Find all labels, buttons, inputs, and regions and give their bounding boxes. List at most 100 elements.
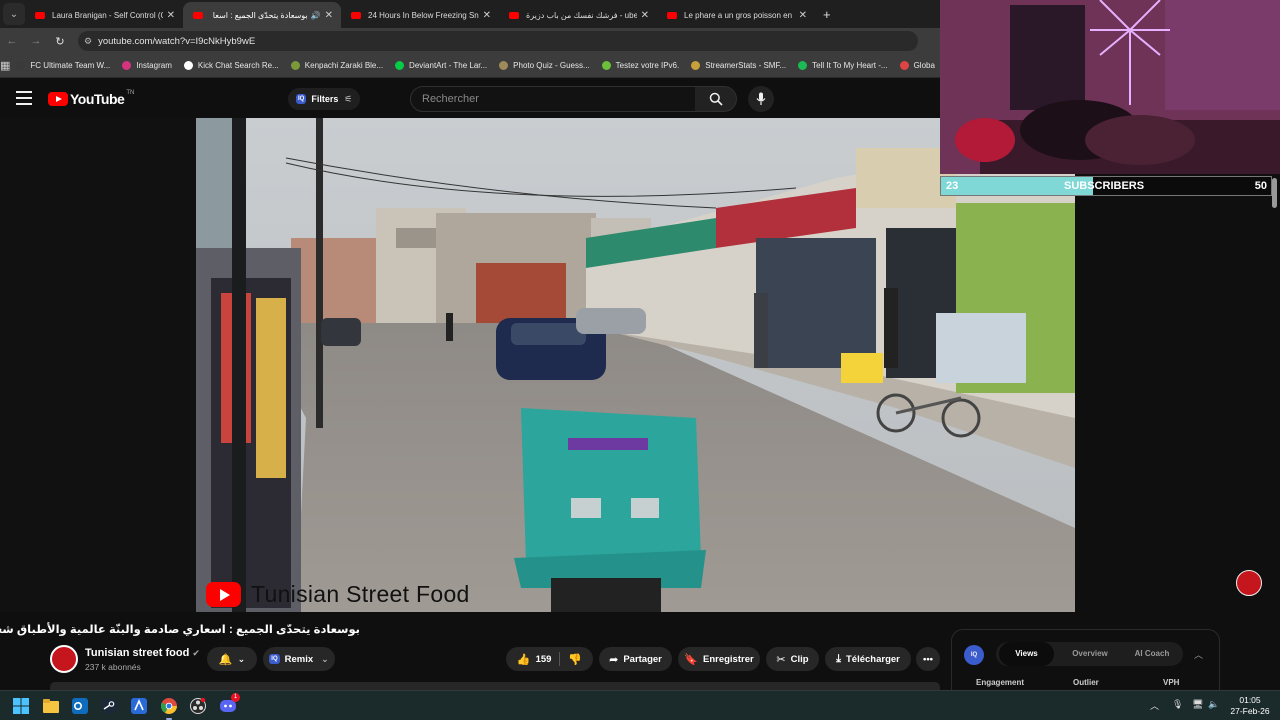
channel-watermark: Tunisian Street Food — [206, 581, 470, 608]
bookmarks-bar: ▦ FC Ultimate Team W... Instagram Kick C… — [0, 54, 940, 78]
back-arrow-icon[interactable]: ← — [0, 35, 24, 47]
column-engagement: Engagement — [976, 678, 1025, 687]
bookmark-label: Photo Quiz - Guess... — [513, 61, 590, 70]
network-icon[interactable]: 🖥 — [1192, 699, 1203, 710]
browser-tab-2[interactable]: بوسعادة يتحدّى الجميع : اسعا 🔊 ✕ — [183, 2, 341, 28]
channel-avatar[interactable] — [50, 645, 78, 673]
outlook-icon[interactable] — [70, 696, 90, 716]
bookmark-item[interactable]: Instagram — [116, 61, 178, 70]
download-button[interactable]: ⤓ Télécharger — [825, 647, 911, 671]
remix-button[interactable]: IQ Remix ⌄ — [263, 647, 335, 671]
system-clock[interactable]: 01:05 27-Feb-26 — [1228, 695, 1272, 717]
browser-tab-1[interactable]: Laura Branigan - Self Control (C ✕ — [25, 2, 183, 28]
save-button[interactable]: 🔖 Enregistrer — [678, 647, 760, 671]
tab-close-icon[interactable]: ✕ — [483, 10, 491, 21]
bookmark-label: Instagram — [136, 61, 172, 70]
tab-close-icon[interactable]: ✕ — [799, 10, 807, 21]
more-actions-button[interactable]: ••• — [916, 647, 940, 671]
search-placeholder: Rechercher — [422, 93, 479, 105]
address-bar-row: ← → ↻ ⚙ youtube.com/watch?v=I9cNkHyb9wE — [0, 28, 940, 54]
webcam-overlay — [940, 0, 1280, 174]
bookmark-favicon-icon — [183, 61, 193, 70]
bookmark-item[interactable]: Tell It To My Heart -... — [792, 61, 893, 70]
scrollbar-thumb[interactable] — [1272, 178, 1277, 208]
bookmark-item[interactable]: StreamerStats - SMF... — [685, 61, 792, 70]
bookmark-item[interactable]: Photo Quiz - Guess... — [493, 61, 595, 70]
tab-close-icon[interactable]: ✕ — [167, 10, 175, 21]
bookmark-favicon-icon — [16, 61, 26, 70]
bookmark-favicon-icon — [395, 61, 405, 70]
speaker-icon[interactable]: 🔊 — [311, 11, 321, 20]
share-button[interactable]: ➦ Partager — [599, 647, 672, 671]
bookmark-favicon-icon — [122, 61, 132, 70]
tray-overflow-chevron-icon[interactable]: ︿ — [1150, 699, 1159, 712]
youtube-favicon-icon — [509, 11, 519, 19]
reload-icon[interactable]: ↻ — [48, 35, 72, 48]
site-settings-icon[interactable]: ⚙ — [84, 36, 92, 47]
url-text: youtube.com/watch?v=I9cNkHyb9wE — [98, 35, 256, 47]
bookmark-item[interactable]: Kick Chat Search Re... — [178, 61, 285, 70]
apps-grid-icon[interactable]: ▦ — [0, 59, 10, 72]
chevron-down-icon: ⌄ — [237, 653, 246, 664]
bookmark-item[interactable]: DeviantArt - The Lar... — [389, 61, 493, 70]
description-box-edge — [50, 682, 940, 690]
scissors-icon: ✂ — [776, 653, 786, 666]
browser-tab-3[interactable]: 24 Hours In Below Freezing Sno ✕ — [341, 2, 499, 28]
bookmark-favicon-icon — [601, 61, 611, 70]
voice-search-button[interactable] — [748, 86, 774, 112]
obs-icon[interactable] — [188, 696, 208, 716]
bookmark-item[interactable]: Testez votre IPv6. — [596, 61, 686, 70]
steam-icon[interactable] — [99, 696, 119, 716]
app-launcher-icon[interactable] — [129, 696, 149, 716]
bookmark-item[interactable]: FC Ultimate Team W... — [10, 61, 116, 70]
browser-tab-4[interactable]: فرشك نفسك من باب دزيرة - ube ✕ — [499, 2, 657, 28]
filters-button[interactable]: IQ Filters ⚟ — [288, 88, 361, 110]
clock-time: 01:05 — [1239, 695, 1261, 705]
search-button[interactable] — [695, 86, 737, 112]
chrome-icon[interactable] — [159, 696, 179, 720]
volume-icon[interactable]: 🔈 — [1208, 699, 1219, 710]
collapse-chevron-icon[interactable]: ︿ — [1194, 648, 1203, 661]
file-explorer-icon[interactable] — [41, 696, 61, 716]
subscriber-goal-label: SUBSCRIBERS — [1064, 180, 1145, 192]
hamburger-menu-icon[interactable] — [16, 91, 32, 105]
windows-start-icon[interactable] — [11, 696, 31, 716]
clip-button[interactable]: ✂ Clip — [766, 647, 819, 671]
channel-logo-icon — [1236, 570, 1262, 596]
search-input[interactable]: Rechercher — [410, 86, 696, 112]
widget-tab-views[interactable]: Views — [999, 642, 1054, 666]
browser-tab-5[interactable]: Le phare a un gros poisson en ✕ — [657, 2, 815, 28]
browser-tab-strip: ⌄ Laura Branigan - Self Control (C ✕ بوس… — [0, 0, 940, 28]
vidiq-widget: IQ Views Overview AI Coach ︿ Engagement … — [951, 629, 1220, 691]
url-field[interactable]: ⚙ youtube.com/watch?v=I9cNkHyb9wE — [78, 31, 918, 51]
bookmark-label: StreamerStats - SMF... — [705, 61, 787, 70]
bookmark-favicon-icon — [691, 61, 701, 70]
youtube-logo[interactable]: YouTube TN — [48, 90, 134, 107]
like-dislike-group[interactable]: 👍 159 👎 — [506, 647, 593, 671]
bookmark-label: DeviantArt - The Lar... — [409, 61, 488, 70]
microphone-tray-icon[interactable]: 🎙 — [1172, 699, 1183, 710]
youtube-favicon-icon — [667, 11, 677, 19]
clip-label: Clip — [790, 653, 809, 665]
tab-close-icon[interactable]: ✕ — [641, 10, 649, 21]
video-player[interactable]: Tunisian Street Food — [0, 118, 1075, 612]
subscriber-count: 23 — [946, 180, 959, 192]
youtube-favicon-icon — [193, 11, 203, 19]
widget-tab-overview[interactable]: Overview — [1061, 642, 1119, 666]
widget-tab-ai-coach[interactable]: AI Coach — [1124, 642, 1180, 666]
new-tab-plus-icon[interactable]: + — [815, 7, 831, 28]
bookmark-item[interactable]: Kenpachi Zaraki Ble... — [285, 61, 389, 70]
thumbs-up-icon[interactable]: 👍 — [517, 653, 531, 666]
discord-icon[interactable]: 1 — [218, 693, 240, 716]
youtube-masthead: YouTube TN IQ Filters ⚟ Rechercher — [0, 78, 940, 118]
bookmark-item[interactable]: Globa — [894, 61, 940, 70]
tab-search-chevron-icon[interactable]: ⌄ — [3, 3, 25, 25]
tab-close-icon[interactable]: ✕ — [325, 10, 333, 21]
thumbs-down-icon[interactable]: 👎 — [568, 653, 582, 666]
forward-arrow-icon[interactable]: → — [24, 35, 48, 47]
notification-bell-button[interactable]: 🔔 ⌄ — [207, 647, 257, 671]
bookmark-icon: 🔖 — [684, 653, 698, 666]
bookmark-favicon-icon — [290, 61, 300, 70]
filters-label: Filters — [311, 94, 339, 104]
channel-name-row[interactable]: Tunisian street food ✔ — [85, 647, 200, 659]
